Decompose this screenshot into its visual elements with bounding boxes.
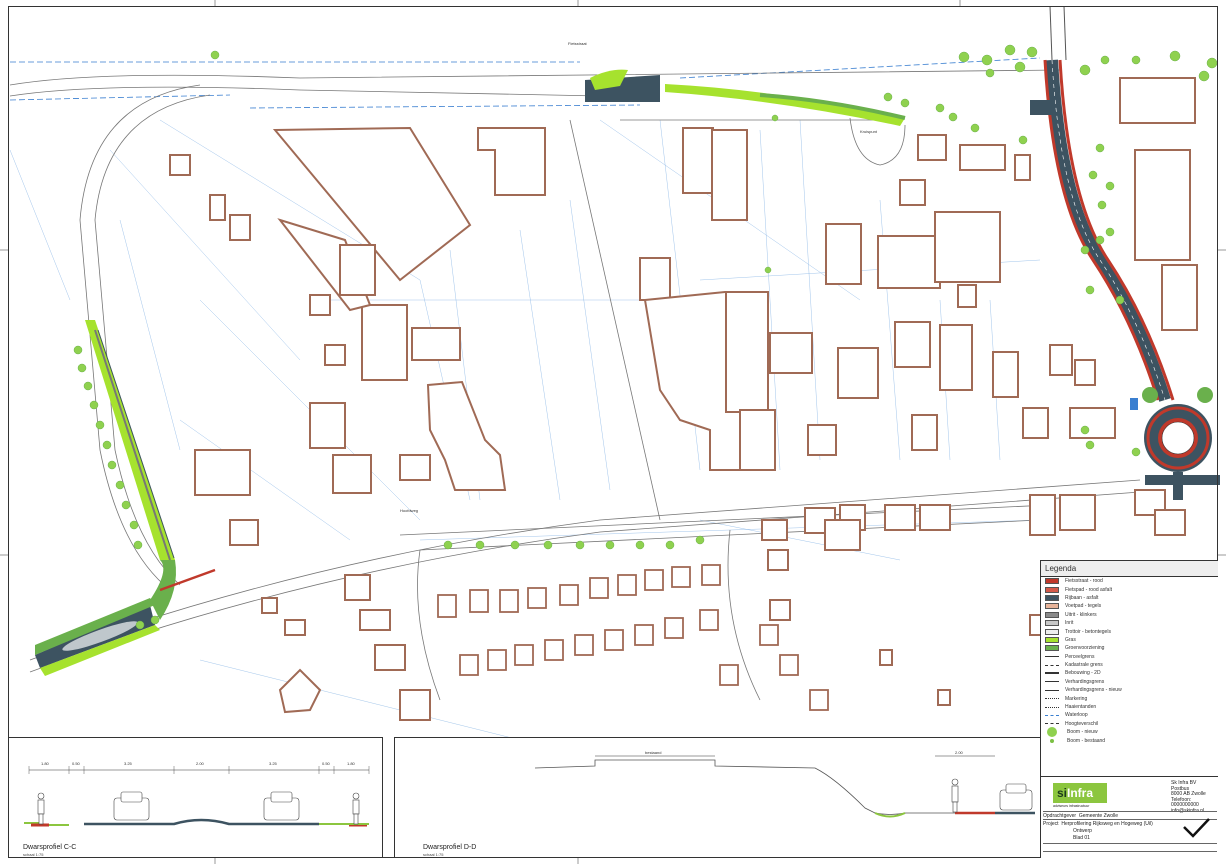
legend-line-symbol	[1045, 698, 1059, 700]
legend-label: Groenvoorziening	[1065, 645, 1105, 652]
profile-d-d-scale: schaal 1:75	[423, 852, 444, 857]
profile-d-d-drawing: bestaand 2.00	[534, 750, 1035, 818]
legend-item: Trottoir - betontegels	[1041, 627, 1218, 635]
legend-item: Hoogteverschil	[1041, 720, 1218, 728]
pedestrian-icon	[951, 778, 959, 813]
legend-item: Gras	[1041, 636, 1218, 644]
legend-item: Uitrit - klinkers	[1041, 611, 1218, 619]
dim-label: 0.50	[72, 761, 81, 766]
legend-swatch	[1045, 611, 1059, 618]
legend-item: Verhardingsgrens	[1041, 678, 1218, 686]
legend-label: Uitrit - klinkers	[1065, 611, 1097, 618]
legend-item: Fietspad - rood asfalt	[1041, 585, 1218, 593]
profile-c-c-scale: schaal 1:75	[23, 852, 44, 857]
dim-label: 1.80	[347, 761, 356, 766]
legend-label: Verhardingsgrens	[1065, 678, 1105, 685]
legend-line-symbol	[1045, 672, 1059, 675]
legend-item: Verhardingsgrens - nieuw	[1041, 686, 1218, 694]
legend-label: Trottoir - betontegels	[1065, 628, 1111, 635]
legend-swatch	[1045, 578, 1059, 585]
legend-label: Fietsstraat - rood	[1065, 578, 1103, 585]
legend-swatch	[1045, 645, 1059, 652]
legend-item: Waterloop	[1041, 711, 1218, 719]
legend-list: Fietsstraat - rood Fietspad - rood asfalt…	[1041, 577, 1218, 745]
logo-subtitle: adviseurs infrastructuur	[1053, 804, 1090, 808]
legend-item: Bebouwing - 2D	[1041, 669, 1218, 677]
dim-label: 1.80	[41, 761, 50, 766]
sheet-frame	[8, 6, 1218, 858]
legend-label: Perceelgrens	[1065, 653, 1095, 660]
dim-label: 3.25	[124, 761, 133, 766]
company-address: Sk Infra BV Postbus 8000 AB Zwolle Telef…	[1171, 780, 1217, 814]
legend-item: Kadastrale grens	[1041, 661, 1218, 669]
legend-label: Verhardingsgrens - nieuw	[1065, 687, 1122, 694]
legend-item: Inrit	[1041, 619, 1218, 627]
legend-label: Bebouwing - 2D	[1065, 670, 1101, 677]
profile-c-c-title: Dwarsprofiel C-C	[23, 844, 77, 851]
legend-item: Voetpad - tegels	[1041, 602, 1218, 610]
logo-name: Infra	[1067, 786, 1094, 800]
legend-line-symbol	[1045, 706, 1059, 708]
legend-label: Haaientanden	[1065, 704, 1097, 711]
legend-label: Kadastrale grens	[1065, 662, 1103, 669]
legend-label: Boom - bestaand	[1067, 737, 1106, 744]
legend-item: Boom - nieuw	[1041, 727, 1218, 738]
legend-label: Rijbaan - asfalt	[1065, 594, 1099, 601]
car-icon	[113, 791, 300, 821]
legend-line-symbol	[1045, 664, 1059, 666]
legend-label: Waterloop	[1065, 712, 1088, 719]
title-block: siInfra adviseurs infrastructuur Sk Infr…	[1040, 776, 1218, 858]
legend-label: Fietspad - rood asfalt	[1065, 586, 1112, 593]
dim-label: 2.00	[955, 750, 964, 755]
legend-label: Markering	[1065, 695, 1088, 702]
company-logo: siInfra	[1053, 783, 1107, 803]
legend-label: Gras	[1065, 636, 1076, 643]
dim-label: 3.25	[269, 761, 278, 766]
legend-swatch	[1045, 594, 1059, 601]
legend-swatch	[1045, 603, 1059, 610]
profile-d-d-title: Dwarsprofiel D-D	[423, 844, 477, 851]
legend-line-symbol	[1045, 656, 1059, 658]
profile-c-c-drawing: 1.80 0.50 3.25 2.00 3.25 0.50 1.80	[24, 761, 370, 827]
dim-label: bestaand	[645, 750, 661, 755]
legend-line-symbol	[1045, 714, 1059, 716]
legend-swatch	[1045, 636, 1059, 643]
legend-item: Rijbaan - asfalt	[1041, 594, 1218, 602]
legend-item: Boom - bestaand	[1041, 736, 1218, 744]
legend-item: Fietsstraat - rood	[1041, 577, 1218, 585]
legend-item: Perceelgrens	[1041, 653, 1218, 661]
small-tree-icon	[1050, 738, 1054, 743]
dim-label: 2.00	[196, 761, 205, 766]
row-value: Blad 01	[1073, 835, 1090, 841]
drawing-sheet: Fietsstraat Hoofdweg Kruispunt Legenda F…	[0, 0, 1226, 864]
legend-panel: Legenda Fietsstraat - rood Fietspad - roo…	[1040, 560, 1218, 776]
car-icon	[999, 783, 1033, 811]
logo-prefix: si	[1057, 786, 1068, 800]
legend-swatch	[1045, 620, 1059, 627]
legend-label: Inrit	[1065, 620, 1074, 627]
legend-item: Groenvoorziening	[1041, 644, 1218, 652]
legend-item: Markering	[1041, 694, 1218, 702]
legend-line-symbol	[1045, 723, 1059, 725]
profile-d-d: bestaand 2.00 Dwarsprofiel D-D schaal 1:…	[394, 737, 1040, 858]
legend-label: Voetpad - tegels	[1065, 603, 1102, 610]
legend-label: Boom - nieuw	[1067, 729, 1098, 736]
legend-swatch	[1045, 586, 1059, 593]
checkmark-icon	[1183, 818, 1210, 838]
legend-label: Hoogteverschil	[1065, 720, 1099, 727]
address-line: Telefoon: 0000000000	[1171, 796, 1199, 808]
profile-c-c: 1.80 0.50 3.25 2.00 3.25 0.50 1.80 Dwars…	[8, 737, 383, 858]
titleblock-row	[1043, 851, 1217, 860]
legend-item: Haaientanden	[1041, 703, 1218, 711]
legend-line-symbol	[1045, 689, 1059, 691]
legend-title: Legenda	[1041, 561, 1218, 577]
legend-swatch	[1045, 628, 1059, 635]
legend-line-symbol	[1045, 681, 1059, 683]
dim-label: 0.50	[322, 761, 331, 766]
